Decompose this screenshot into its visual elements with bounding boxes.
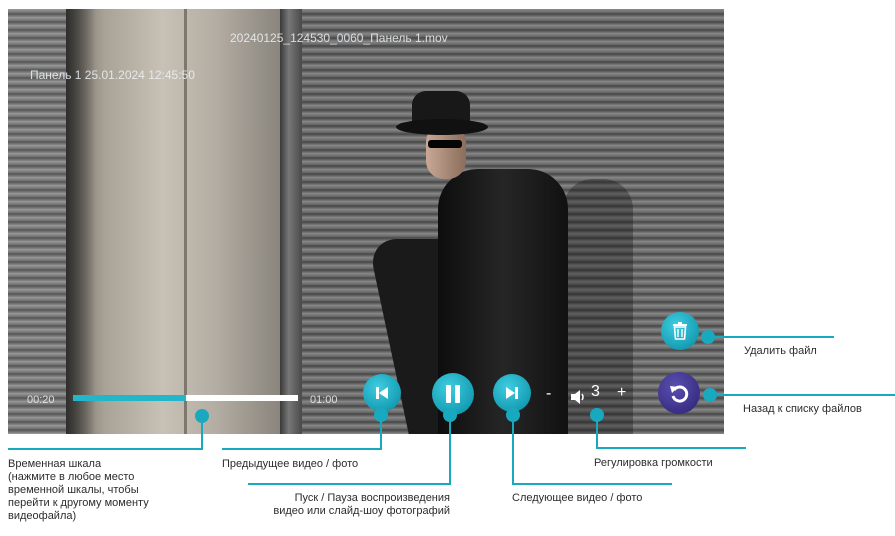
- delete-annotation: Удалить файл: [744, 345, 817, 357]
- callout-line-delete: [714, 336, 834, 338]
- video-screen[interactable]: 20240125_124530_0060_Панель 1.mov Панель…: [8, 9, 724, 434]
- previous-button[interactable]: [363, 374, 401, 412]
- callout-line-timeline: [8, 448, 203, 450]
- volume-up-button[interactable]: +: [617, 384, 626, 402]
- figure-hat-brim: [396, 119, 488, 135]
- callout-dot-delete: [701, 330, 715, 344]
- prev-annotation: Предыдущее видео / фото: [222, 458, 359, 470]
- timeline-progress: [73, 395, 186, 401]
- volume-annotation: Регулировка громкости: [594, 457, 713, 469]
- timeline-slider[interactable]: [73, 395, 298, 401]
- background-rail: [280, 9, 302, 434]
- volume-down-button[interactable]: -: [546, 385, 551, 403]
- volume-level: 3: [591, 383, 600, 400]
- callout-line-prev: [380, 420, 382, 450]
- skip-previous-icon: [376, 387, 388, 399]
- callout-line-volume: [596, 420, 598, 448]
- back-to-list-button[interactable]: [658, 372, 700, 414]
- undo-arrow-icon: [670, 385, 689, 403]
- figure-glasses: [428, 140, 462, 148]
- delete-button[interactable]: [661, 312, 699, 350]
- speaker-icon: [571, 390, 584, 404]
- timeline-annotation: Временная шкала (нажмите в любое место в…: [8, 458, 149, 522]
- callout-line-pause: [248, 483, 451, 485]
- trash-icon: [673, 322, 687, 340]
- callout-line-pause: [449, 420, 451, 484]
- callout-line-timeline: [201, 423, 203, 449]
- callout-line-prev: [222, 448, 382, 450]
- callout-dot-timeline: [195, 409, 209, 423]
- play-pause-annotation: Пуск / Пауза воспроизведения видео или с…: [273, 492, 450, 517]
- time-total: 01:00: [310, 394, 338, 406]
- callout-line-volume: [596, 447, 746, 449]
- next-button[interactable]: [493, 374, 531, 412]
- next-annotation: Следующее видео / фото: [512, 492, 643, 504]
- callout-line-next: [512, 483, 672, 485]
- video-timestamp: Панель 1 25.01.2024 12:45:50: [30, 68, 195, 82]
- skip-next-icon: [506, 387, 518, 399]
- callout-dot-back: [703, 388, 717, 402]
- back-annotation: Назад к списку файлов: [743, 403, 862, 415]
- callout-line-back: [716, 394, 895, 396]
- file-name: 20240125_124530_0060_Панель 1.mov: [230, 31, 448, 45]
- pause-icon: [446, 385, 460, 403]
- time-current: 00:20: [27, 394, 55, 406]
- callout-line-next: [512, 420, 514, 484]
